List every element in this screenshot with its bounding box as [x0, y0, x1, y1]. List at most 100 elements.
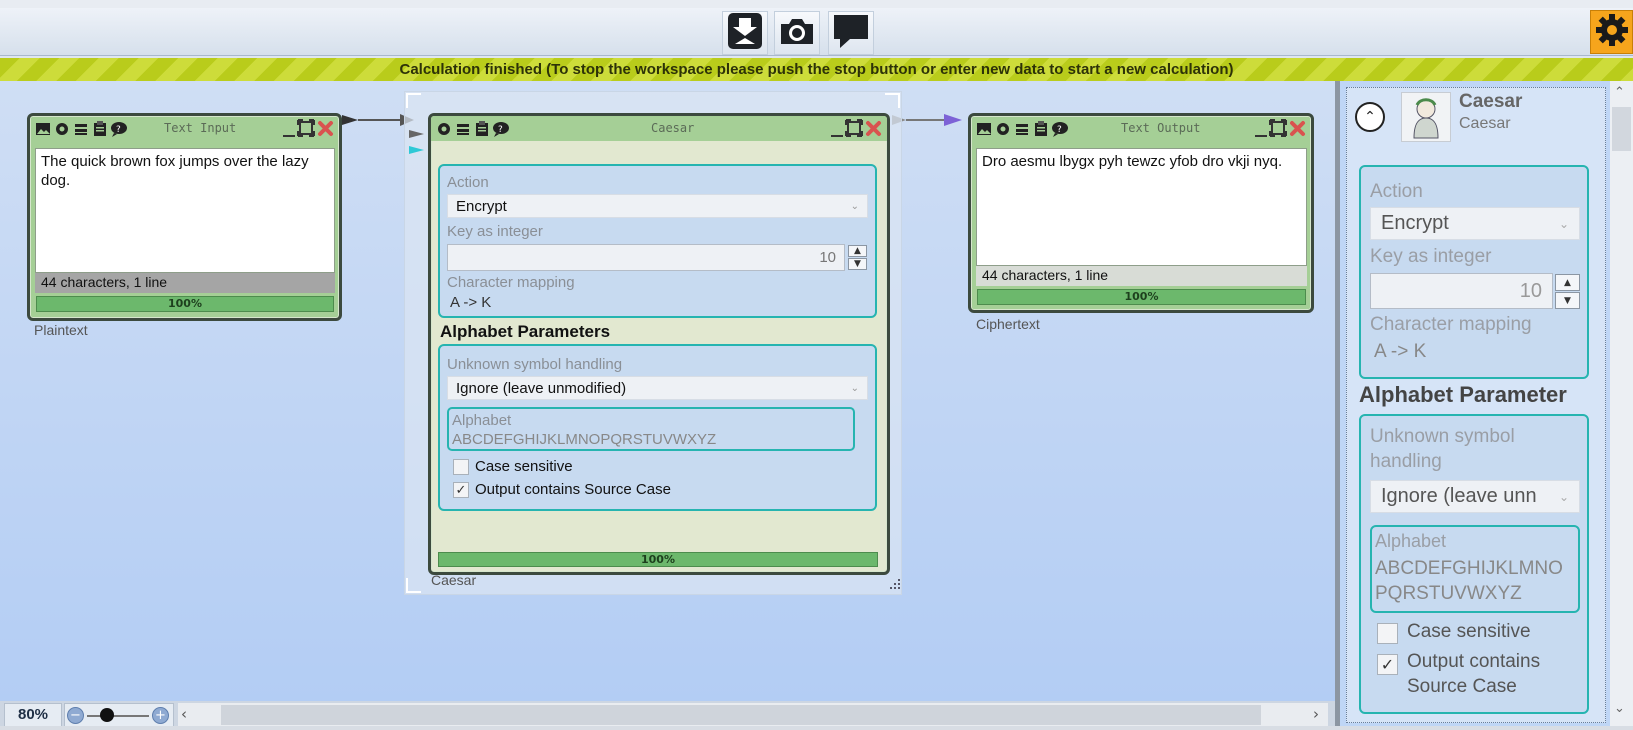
zoom-slider-area: − + [64, 703, 174, 727]
case-sensitive-checkbox[interactable] [453, 459, 469, 475]
chevron-down-icon: ⌄ [850, 200, 859, 212]
panel-mapping-label: Character mapping [1370, 314, 1532, 335]
component-header[interactable]: ? Caesar [431, 116, 887, 141]
zoom-slider-track[interactable] [87, 715, 149, 717]
action-value: Encrypt [456, 197, 507, 215]
maximize-icon[interactable] [1269, 119, 1287, 141]
resize-grip-icon[interactable] [888, 577, 902, 591]
close-icon[interactable] [865, 120, 882, 141]
bottom-edge [0, 726, 1633, 730]
gear-icon[interactable] [435, 120, 453, 138]
comment-button[interactable] [828, 11, 874, 55]
component-caption: Plaintext [34, 322, 88, 338]
panel-key-decrement-button[interactable]: ▼ [1555, 292, 1580, 309]
minimize-icon[interactable] [1255, 135, 1267, 137]
panel-title: Caesar [1459, 91, 1523, 112]
panel-alphabet-label: Alphabet [1375, 531, 1447, 551]
chevron-down-icon: ⌄ [1558, 216, 1569, 231]
scrollbar-thumb[interactable] [1612, 107, 1631, 151]
caesar-component[interactable]: ? Caesar Action Encrypt ⌄ Key as integer… [428, 113, 890, 575]
settings-panel: ⌃ Caesar Caesar Action Encrypt ⌄ Key as … [1335, 81, 1610, 730]
component-header[interactable]: ? Text Input [30, 116, 339, 141]
scroll-up-icon[interactable]: ⌃ [1614, 85, 1625, 100]
plaintext-input[interactable]: The quick brown fox jumps over the lazy … [35, 148, 335, 273]
log-icon[interactable] [454, 120, 472, 138]
import-export-button[interactable] [722, 11, 768, 55]
gear-icon[interactable] [994, 120, 1012, 138]
scroll-down-icon[interactable]: ⌄ [1614, 701, 1625, 716]
svg-text:?: ? [1057, 125, 1062, 135]
panel-alphabet-value-line2: PQRSTUVWXYZ [1375, 583, 1522, 604]
gear-icon[interactable] [53, 120, 71, 138]
progress-bar: 100% [438, 552, 878, 567]
caesar-input-ports[interactable] [408, 128, 426, 158]
collapse-button[interactable]: ⌃ [1355, 102, 1385, 132]
maximize-icon[interactable] [297, 119, 315, 141]
key-label: Key as integer [447, 223, 543, 240]
chevron-up-icon: ⌃ [1364, 109, 1376, 125]
clipboard-icon[interactable] [1032, 120, 1050, 138]
unknown-symbol-label: Unknown symbol handling [447, 356, 623, 373]
image-icon[interactable] [975, 120, 993, 138]
component-header[interactable]: ? Text Output [971, 116, 1311, 141]
clipboard-icon[interactable] [91, 120, 109, 138]
scrollbar-thumb[interactable] [221, 705, 1261, 725]
panel-case-sensitive-checkbox[interactable] [1377, 623, 1398, 644]
canvas-horizontal-scrollbar[interactable]: ‹ › [178, 703, 1328, 727]
panel-output-case-checkbox[interactable]: ✓ [1377, 654, 1398, 675]
alphabet-field[interactable]: Alphabet ABCDEFGHIJKLMNOPQRSTUVWXYZ [447, 407, 855, 451]
log-icon[interactable] [72, 120, 90, 138]
unknown-symbol-value: Ignore (leave unmodified) [456, 379, 627, 397]
scroll-left-icon[interactable]: ‹ [181, 705, 187, 723]
panel-alphabet-field[interactable]: Alphabet ABCDEFGHIJKLMNO PQRSTUVWXYZ [1370, 525, 1580, 613]
character-count: 44 characters, 1 line [35, 273, 335, 293]
panel-alphabet-parameters-heading: Alphabet Parameter [1359, 382, 1567, 407]
log-icon[interactable] [1013, 120, 1031, 138]
unknown-symbol-select[interactable]: Ignore (leave unmodified) ⌄ [447, 376, 868, 400]
panel-key-increment-button[interactable]: ▲ [1555, 274, 1580, 291]
action-select[interactable]: Encrypt ⌄ [447, 194, 868, 218]
ciphertext-output[interactable]: Dro aesmu lbygx pyh tewzc yfob dro vkji … [976, 148, 1307, 266]
panel-action-select[interactable]: Encrypt ⌄ [1370, 207, 1580, 240]
output-case-checkbox[interactable]: ✓ [453, 482, 469, 498]
close-icon[interactable] [1289, 120, 1306, 141]
help-icon[interactable]: ? [110, 120, 128, 138]
selection-corner-tl [406, 93, 421, 108]
component-title: Text Input [164, 121, 237, 135]
image-icon[interactable] [34, 120, 52, 138]
case-sensitive-label: Case sensitive [475, 458, 573, 475]
key-input[interactable]: 10 [447, 244, 845, 271]
minimize-icon[interactable] [283, 135, 295, 137]
panel-key-label: Key as integer [1370, 246, 1492, 267]
zoom-out-button[interactable]: − [67, 707, 84, 724]
svg-text:?: ? [498, 125, 503, 135]
screenshot-button[interactable] [774, 11, 820, 55]
close-icon[interactable] [317, 120, 334, 141]
help-icon[interactable]: ? [1051, 120, 1069, 138]
alphabet-label: Alphabet [452, 412, 512, 429]
panel-alphabet-group: Unknown symbol handling Ignore (leave un… [1359, 414, 1589, 714]
panel-vertical-scrollbar[interactable]: ⌃ ⌄ [1610, 81, 1633, 730]
panel-key-input[interactable]: 10 [1370, 273, 1553, 309]
panel-unknown-symbol-select[interactable]: Ignore (leave unn ⌄ [1370, 480, 1580, 513]
zoom-slider-thumb[interactable] [100, 708, 115, 722]
clipboard-icon[interactable] [473, 120, 491, 138]
panel-action-value: Encrypt [1381, 212, 1449, 234]
connector-caesar-to-output [892, 114, 962, 126]
component-title: Caesar [651, 121, 695, 135]
key-increment-button[interactable]: ▲ [848, 245, 867, 257]
progress-bar: 100% [36, 296, 334, 312]
output-case-label: Output contains Source Case [475, 481, 671, 498]
component-title: Text Output [1121, 121, 1201, 135]
scroll-right-icon[interactable]: › [1313, 705, 1319, 723]
chevron-down-icon: ⌄ [1558, 489, 1569, 504]
minimize-icon[interactable] [831, 135, 843, 137]
maximize-icon[interactable] [845, 119, 863, 141]
text-output-component[interactable]: ? Text Output Dro aesmu lbygx pyh tewzc … [968, 113, 1314, 313]
key-decrement-button[interactable]: ▼ [848, 258, 867, 270]
zoom-in-button[interactable]: + [152, 707, 169, 724]
help-icon[interactable]: ? [492, 120, 510, 138]
settings-button[interactable] [1590, 10, 1633, 54]
text-input-component[interactable]: ? Text Input The quick brown fox jumps o… [27, 113, 342, 321]
panel-action-label: Action [1370, 181, 1423, 202]
